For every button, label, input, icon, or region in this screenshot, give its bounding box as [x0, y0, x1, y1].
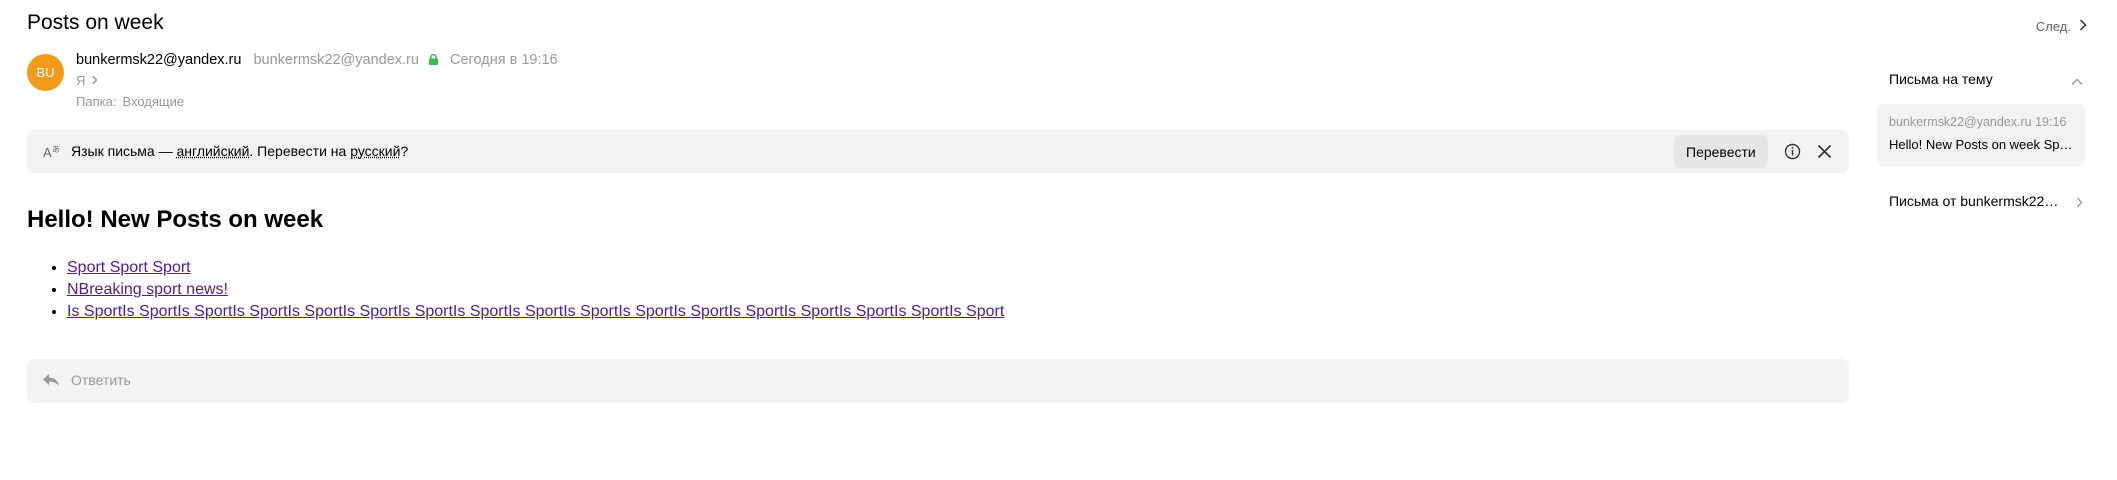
chevron-up-icon — [2071, 73, 2083, 89]
avatar-initials: BU — [36, 65, 55, 80]
translate-prefix: Язык письма — — [71, 143, 177, 159]
chevron-right-icon — [2076, 195, 2083, 211]
email-body-heading: Hello! New Posts on week — [27, 206, 324, 233]
translate-icon: Aあ — [43, 142, 61, 165]
recipient-name: Я — [76, 73, 86, 88]
next-label: След. — [2035, 19, 2071, 34]
thread-item-sender: bunkermsk22@yandex.ru — [1889, 115, 2032, 129]
chevron-right-icon — [2079, 19, 2087, 34]
list-item: Is SportIs SportIs SportIs SportIs Sport… — [67, 301, 1004, 323]
message-subject: Posts on week — [27, 11, 164, 34]
thread-item-time: 19:16 — [2035, 115, 2067, 129]
right-sidebar: След. Письма на тему bunkermsk22@yandex.… — [1877, 0, 2099, 480]
thread-item-subject: Hello! New Posts on week Sport Sport Spo… — [1889, 137, 2079, 152]
translate-suffix: ? — [400, 143, 409, 159]
recipient-row[interactable]: Я — [76, 73, 98, 88]
from-sender-link[interactable]: Письма от bunkermsk22@yandex.ru — [1889, 193, 2083, 212]
target-language-link[interactable]: русский — [350, 143, 400, 159]
folder-label: Папка: — [76, 94, 117, 109]
translate-button[interactable]: Перевести — [1674, 135, 1768, 168]
post-link[interactable]: Sport Sport Sport — [67, 259, 191, 276]
folder-value[interactable]: Входящие — [122, 94, 184, 109]
list-item: NBreaking sport news! — [67, 279, 1004, 301]
info-icon[interactable] — [1784, 143, 1801, 165]
chevron-right-icon — [91, 73, 98, 88]
secure-lock-icon — [428, 53, 438, 69]
translate-text: Язык письма — английский. Перевести на р… — [71, 143, 408, 159]
list-item: Sport Sport Sport — [67, 257, 1004, 279]
sender-avatar[interactable]: BU — [27, 54, 64, 91]
sender-name[interactable]: bunkermsk22@yandex.ru — [76, 52, 241, 68]
translate-middle: . Перевести на — [249, 143, 351, 159]
reply-label: Ответить — [71, 372, 131, 388]
email-link-list: Sport Sport Sport NBreaking sport news! … — [27, 257, 1004, 323]
sender-row: bunkermsk22@yandex.ru bunkermsk22@yandex… — [76, 52, 558, 69]
translate-bar: Aあ Язык письма — английский. Перевести н… — [27, 130, 1849, 173]
thread-header-label: Письма на тему — [1889, 71, 1993, 87]
reply-icon — [42, 372, 60, 393]
thread-header[interactable]: Письма на тему — [1889, 71, 2083, 87]
thread-item[interactable]: bunkermsk22@yandex.ru 19:16 Hello! New P… — [1877, 104, 2085, 166]
close-icon[interactable] — [1816, 143, 1833, 165]
folder-row: Папка: Входящие — [76, 94, 184, 109]
post-link[interactable]: Is SportIs SportIs SportIs SportIs Sport… — [67, 303, 1004, 320]
message-view: Posts on week BU bunkermsk22@yandex.ru b… — [27, 0, 1849, 480]
svg-text:あ: あ — [52, 145, 60, 154]
sent-date: Сегодня в 19:16 — [450, 52, 558, 68]
source-language-link[interactable]: английский — [177, 143, 250, 159]
post-link[interactable]: NBreaking sport news! — [67, 281, 228, 298]
thread-item-meta: bunkermsk22@yandex.ru 19:16 — [1889, 115, 2066, 129]
next-message-button[interactable]: След. — [2036, 19, 2087, 34]
reply-bar[interactable]: Ответить — [27, 359, 1849, 403]
svg-text:A: A — [43, 145, 52, 160]
sender-email[interactable]: bunkermsk22@yandex.ru — [253, 52, 418, 68]
from-sender-label: Письма от bunkermsk22@yandex.ru — [1889, 193, 2064, 209]
